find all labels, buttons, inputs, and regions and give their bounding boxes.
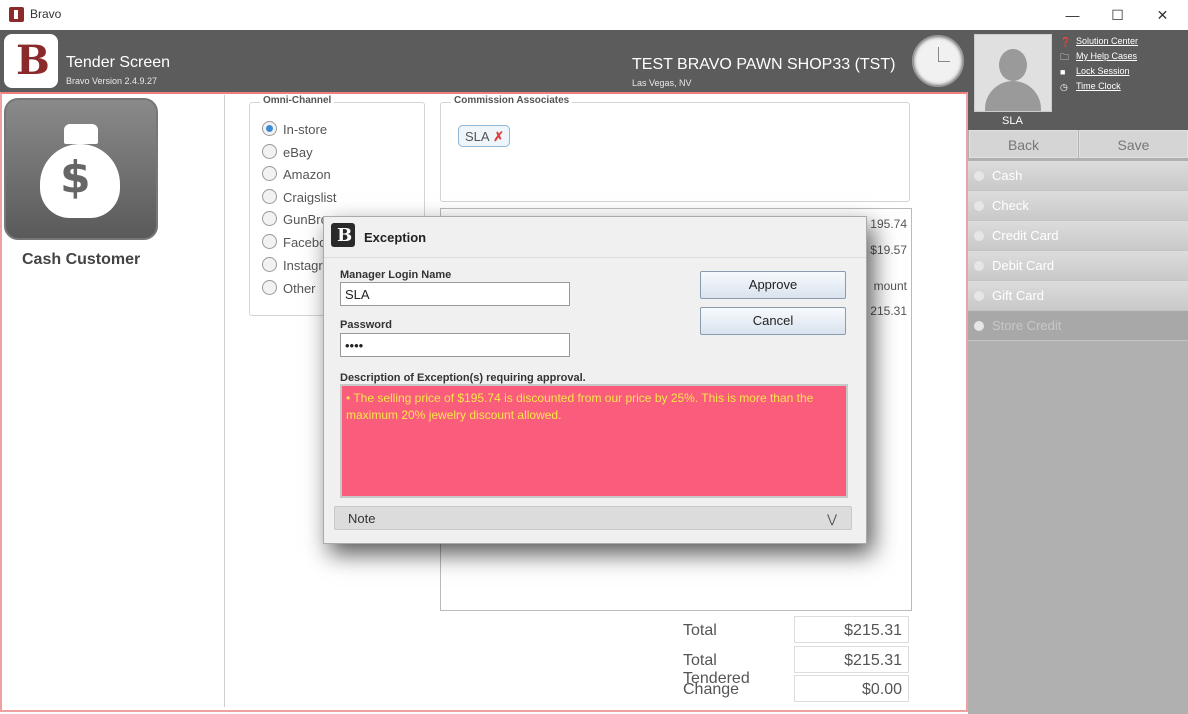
tender-cash[interactable]: Cash bbox=[968, 161, 1188, 191]
save-button[interactable]: Save bbox=[1079, 130, 1188, 158]
radio-instagram[interactable]: Instagr bbox=[262, 257, 323, 273]
my-help-cases-link[interactable]: 🗀 My Help Cases bbox=[1060, 51, 1138, 66]
radio-gunbroker[interactable]: GunBro bbox=[262, 211, 328, 227]
grid-value: 195.74 bbox=[870, 217, 907, 231]
user-name: SLA bbox=[1002, 115, 1023, 127]
window-title: Bravo bbox=[30, 7, 62, 21]
grid-header: mount bbox=[873, 279, 907, 293]
grid-value: 215.31 bbox=[870, 304, 907, 318]
radio-other[interactable]: Other bbox=[262, 280, 316, 296]
tender-debit-card[interactable]: Debit Card bbox=[968, 251, 1188, 281]
tender-list: Cash Check Credit Card Debit Card Gift C… bbox=[968, 161, 1188, 341]
note-label: Note bbox=[348, 511, 376, 526]
shop-city: Las Vegas, NV bbox=[632, 78, 692, 88]
password-input[interactable]: •••• bbox=[340, 333, 570, 357]
window-titlebar: Bravo — ☐ ✕ bbox=[0, 0, 1188, 30]
grid-value: $19.57 bbox=[870, 243, 907, 257]
associate-chip[interactable]: SLA ✗ bbox=[458, 125, 510, 147]
lock-icon: ■ bbox=[1060, 67, 1066, 77]
time-clock-link[interactable]: ◷ Time Clock bbox=[1060, 81, 1138, 96]
folder-icon: 🗀 bbox=[1060, 52, 1070, 62]
customer-name: Cash Customer bbox=[22, 251, 141, 268]
question-icon: ❓ bbox=[1060, 37, 1072, 47]
bravo-app-icon bbox=[9, 7, 24, 22]
radio-facebook[interactable]: Facebo bbox=[262, 234, 326, 250]
commission-associates-label: Commission Associates bbox=[451, 95, 573, 106]
clock-small-icon: ◷ bbox=[1060, 82, 1068, 92]
manager-login-input[interactable]: SLA bbox=[340, 282, 570, 306]
exception-dialog: B Exception Manager Login Name SLA Passw… bbox=[323, 216, 867, 544]
customer-panel: $ Cash Customer bbox=[2, 95, 225, 707]
bravo-logo: B bbox=[4, 34, 58, 88]
app-header: B Tender Screen Bravo Version 2.4.9.27 T… bbox=[0, 30, 968, 92]
avatar bbox=[974, 34, 1052, 112]
tender-credit-card[interactable]: Credit Card bbox=[968, 221, 1188, 251]
radio-amazon[interactable]: Amazon bbox=[262, 166, 331, 182]
tender-store-credit[interactable]: Store Credit bbox=[968, 311, 1188, 341]
back-button[interactable]: Back bbox=[969, 130, 1078, 158]
manager-login-label: Manager Login Name bbox=[340, 269, 452, 281]
exception-description-label: Description of Exception(s) requiring ap… bbox=[340, 372, 586, 384]
approve-button[interactable]: Approve bbox=[700, 271, 846, 299]
total-value: $215.31 bbox=[794, 616, 909, 643]
exception-description: • The selling price of $195.74 is discou… bbox=[340, 384, 848, 498]
password-label: Password bbox=[340, 319, 392, 331]
remove-associate-icon[interactable]: ✗ bbox=[493, 126, 504, 148]
note-expander[interactable]: Note ⋁ bbox=[334, 506, 852, 530]
change-value: $0.00 bbox=[794, 675, 909, 702]
right-panel: SLA ❓ Solution Center 🗀 My Help Cases ■ Loc… bbox=[968, 30, 1188, 714]
user-area: SLA ❓ Solution Center 🗀 My Help Cases ■ Loc… bbox=[968, 30, 1188, 130]
minimize-button[interactable]: — bbox=[1050, 2, 1095, 28]
help-links: ❓ Solution Center 🗀 My Help Cases ■ Lock Se… bbox=[1060, 36, 1138, 96]
omni-channel-label: Omni-Channel bbox=[260, 95, 335, 106]
radio-in-store[interactable]: In-store bbox=[262, 121, 327, 137]
lock-session-link[interactable]: ■ Lock Session bbox=[1060, 66, 1138, 81]
clock-icon bbox=[912, 35, 964, 87]
chevron-double-down-icon: ⋁ bbox=[827, 512, 837, 526]
tender-gift-card[interactable]: Gift Card bbox=[968, 281, 1188, 311]
solution-center-link[interactable]: ❓ Solution Center bbox=[1060, 36, 1138, 51]
commission-associates-group: Commission Associates SLA ✗ bbox=[440, 95, 910, 202]
money-bag-icon: $ bbox=[4, 98, 158, 240]
total-label: Total bbox=[683, 622, 717, 639]
tender-check[interactable]: Check bbox=[968, 191, 1188, 221]
screen-title: Tender Screen bbox=[66, 54, 171, 71]
radio-ebay[interactable]: eBay bbox=[262, 144, 313, 160]
dialog-title: Exception bbox=[364, 230, 427, 245]
cancel-button[interactable]: Cancel bbox=[700, 307, 846, 335]
maximize-button[interactable]: ☐ bbox=[1095, 2, 1140, 28]
change-label: Change bbox=[683, 681, 740, 698]
total-tendered-value: $215.31 bbox=[794, 646, 909, 673]
radio-craigslist[interactable]: Craigslist bbox=[262, 189, 336, 205]
version-label: Bravo Version 2.4.9.27 bbox=[66, 76, 158, 86]
shop-name: TEST BRAVO PAWN SHOP33 (TST) bbox=[632, 56, 896, 73]
close-window-button[interactable]: ✕ bbox=[1140, 2, 1185, 28]
dialog-logo-icon: B bbox=[331, 223, 355, 247]
